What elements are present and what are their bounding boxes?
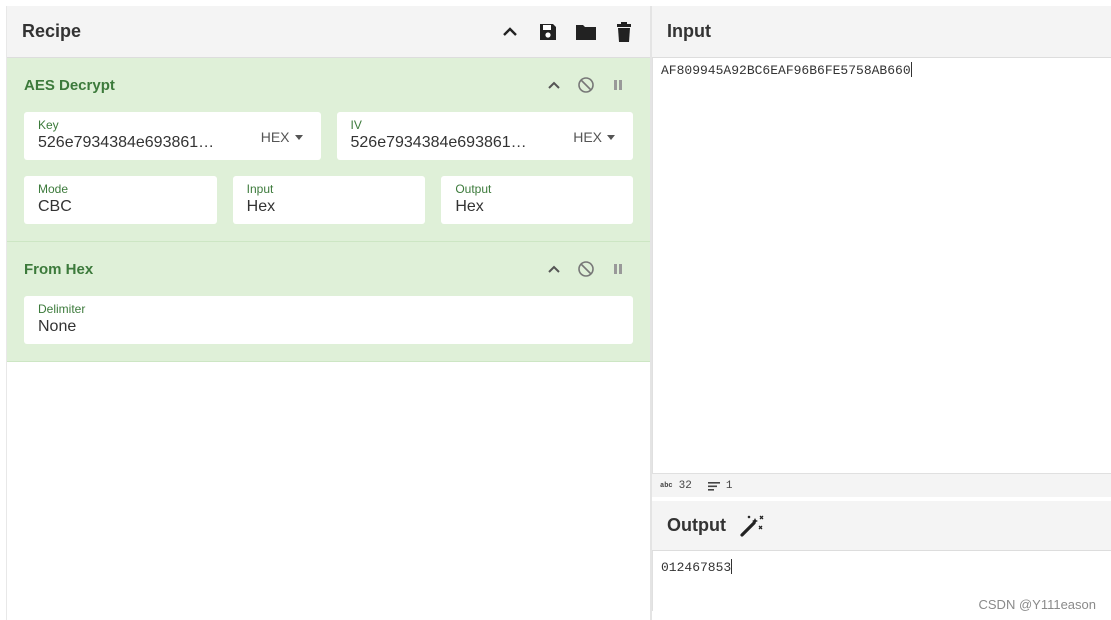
lines-value: 1 (725, 479, 733, 492)
lines-icon (707, 481, 720, 491)
watermark: CSDN @Y111eason (978, 597, 1097, 612)
output-title: Output (667, 515, 726, 535)
text-cursor (910, 62, 912, 77)
disable-icon[interactable] (577, 260, 595, 278)
save-icon[interactable] (536, 20, 560, 44)
recipe-header: Recipe (7, 6, 650, 58)
input-format-field[interactable]: Input Hex (232, 176, 426, 224)
length-stat: abc 32 (660, 480, 692, 492)
input-text: AF809945A92BC6EAF96B6FE5758AB660 (661, 63, 911, 78)
recipe-pane: Recipe AES Decrypt Key 526e7934384e69386… (6, 6, 650, 620)
key-iv-row: Key 526e7934384e693861… HEX IV 526e79343… (24, 112, 633, 160)
abc-icon: abc (660, 481, 673, 490)
chevron-up-icon[interactable] (498, 20, 522, 44)
trash-icon[interactable] (612, 20, 636, 44)
delimiter-label: Delimiter (38, 302, 86, 316)
iv-format-dropdown[interactable]: HEX (573, 129, 615, 145)
pause-icon[interactable] (609, 76, 627, 94)
mode-label: Mode (38, 182, 69, 196)
input-title: Input (667, 21, 711, 41)
io-pane: Input AF809945A92BC6EAF96B6FE5758AB660 a… (652, 6, 1111, 611)
delimiter-field[interactable]: Delimiter None (24, 296, 633, 344)
operation-title: AES Decrypt (24, 76, 115, 94)
recipe-controls (498, 20, 636, 44)
magic-wand-icon[interactable] (740, 515, 764, 537)
lines-stat: 1 (707, 479, 733, 492)
iv-field[interactable]: IV 526e7934384e693861… HEX (336, 112, 633, 160)
iv-format-label: HEX (573, 129, 602, 145)
output-format-value[interactable]: Hex (455, 198, 619, 216)
key-value[interactable]: 526e7934384e693861… (38, 134, 238, 152)
input-format-label: Input (246, 182, 274, 196)
folder-icon[interactable] (574, 20, 598, 44)
operation-controls (545, 76, 633, 94)
mode-field[interactable]: Mode CBC (24, 176, 217, 224)
iv-value[interactable]: 526e7934384e693861… (351, 134, 551, 152)
input-status-bar: abc 32 1 (652, 473, 1111, 497)
operation-header: From Hex (24, 242, 633, 296)
output-format-field[interactable]: Output Hex (441, 176, 634, 224)
output-format-label: Output (455, 182, 492, 196)
caret-down-icon (607, 134, 615, 140)
length-value: 32 (678, 479, 692, 492)
caret-down-icon (294, 134, 303, 140)
input-textarea[interactable]: AF809945A92BC6EAF96B6FE5758AB660 (652, 58, 1111, 473)
key-format-label: HEX (260, 129, 290, 145)
chevron-up-icon[interactable] (545, 260, 563, 278)
delimiter-row: Delimiter None (24, 296, 633, 344)
chevron-up-icon[interactable] (545, 76, 563, 94)
operation-title: From Hex (24, 260, 94, 278)
input-format-value[interactable]: Hex (247, 198, 412, 216)
output-header: Output (652, 501, 1111, 551)
disable-icon[interactable] (577, 76, 595, 94)
cyberchef-app: Recipe AES Decrypt Key 526e7934384e69386… (0, 0, 1111, 620)
operation-header: AES Decrypt (24, 58, 633, 112)
text-cursor (731, 559, 733, 574)
key-format-dropdown[interactable]: HEX (261, 129, 303, 145)
operation-controls (545, 260, 633, 278)
operation-from-hex: From Hex Delimiter None (7, 242, 650, 362)
key-field[interactable]: Key 526e7934384e693861… HEX (24, 112, 321, 160)
mode-value[interactable]: CBC (38, 198, 203, 216)
delimiter-value[interactable]: None (38, 318, 619, 336)
mode-io-row: Mode CBC Input Hex Output Hex (24, 176, 634, 224)
input-header: Input (652, 6, 1111, 58)
operation-aes-decrypt: AES Decrypt Key 526e7934384e693861… HEX … (7, 58, 650, 242)
output-text: 012467853 (661, 560, 732, 575)
pause-icon[interactable] (609, 260, 627, 278)
recipe-title: Recipe (22, 21, 82, 41)
